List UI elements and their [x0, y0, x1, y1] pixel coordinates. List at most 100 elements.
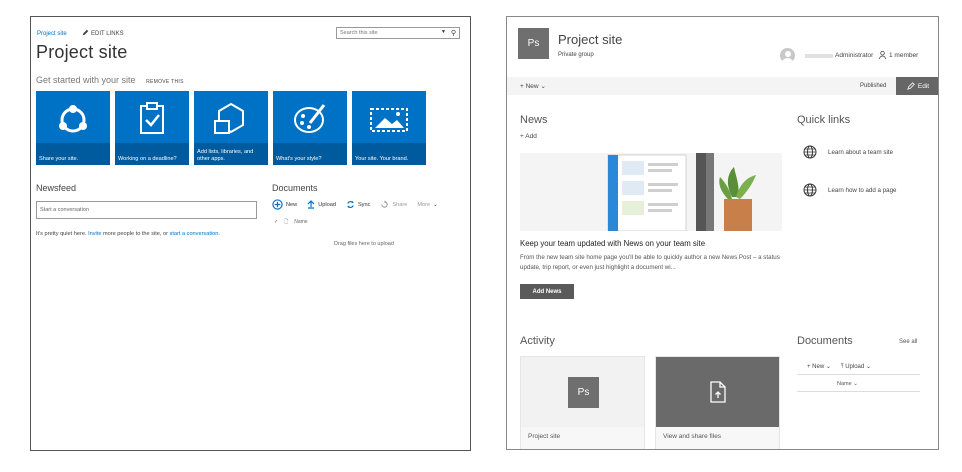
tile-style[interactable]: What's your style? [273, 91, 347, 165]
globe-icon [803, 145, 817, 159]
name-column-header[interactable]: Name [294, 219, 307, 227]
avatar [780, 48, 795, 63]
published-status: Published [860, 83, 887, 89]
plus-circle-icon [272, 199, 283, 210]
start-conversation-link[interactable]: start a conversation. [170, 231, 220, 237]
more-button[interactable]: More ⌄ [417, 202, 437, 208]
checkmark-icon[interactable]: ✓ [274, 219, 278, 227]
share-icon [59, 105, 87, 133]
activity-thumbnail: Ps [521, 357, 644, 427]
activity-card-title: Project site [528, 433, 561, 440]
quick-link-label: Learn how to add a page [828, 186, 897, 194]
add-label: Add [525, 133, 537, 140]
add-news-button[interactable]: Add News [520, 284, 574, 299]
apps-hexagon-icon [214, 102, 244, 134]
search-placeholder: Search this site [340, 30, 378, 36]
chevron-down-icon: ⌄ [853, 381, 858, 387]
quick-link-item[interactable]: Learn how to add a page [803, 183, 896, 197]
news-hero-image[interactable] [520, 153, 782, 231]
sync-label: Sync [357, 201, 371, 208]
doc-upload-button[interactable]: ⤒ Upload ⌄ [841, 363, 871, 371]
breadcrumb-link[interactable]: Project site [37, 31, 67, 37]
upload-button[interactable]: Upload [307, 200, 336, 209]
quick-links-heading: Quick links [797, 114, 851, 126]
user-name: Administrator [835, 52, 874, 59]
document-upload-icon [710, 381, 726, 403]
share-icon [381, 200, 389, 208]
tile-label: Add lists, libraries, and other apps. [194, 143, 268, 165]
more-label: More [417, 201, 431, 208]
activity-card[interactable]: Ps Project site [520, 356, 645, 449]
new-label: New [525, 83, 539, 90]
remove-this-link[interactable]: REMOVE THIS [146, 79, 184, 85]
add-news-link[interactable]: + Add [520, 133, 537, 140]
tile-add-apps[interactable]: Add lists, libraries, and other apps. [194, 91, 268, 165]
page-title: Project site [36, 42, 128, 62]
conversation-input[interactable]: Start a conversation [36, 201, 257, 219]
drag-files-hint: Drag files here to upload [334, 241, 394, 247]
quiet-text: It's pretty quiet here. [36, 231, 89, 237]
tile-share[interactable]: Share your site. [36, 91, 110, 165]
news-body: From the new team site home page you'll … [520, 254, 780, 271]
new-label: New [286, 201, 298, 208]
documents-toolbar: + New ⌄ ⤒ Upload ⌄ [807, 363, 871, 371]
get-started-label: Get started with your site [36, 75, 136, 85]
sync-icon [347, 200, 354, 209]
redacted-name [805, 53, 833, 58]
news-headline[interactable]: Keep your team updated with News on your… [520, 239, 705, 248]
news-heading: News [520, 114, 548, 126]
edit-links-button[interactable]: EDIT LINKS [82, 29, 124, 37]
chevron-down-icon: ⌄ [540, 83, 546, 90]
edit-button[interactable]: Edit [896, 77, 938, 95]
site-logo: Ps [568, 377, 599, 408]
palette-icon [294, 104, 326, 133]
globe-icon [803, 183, 817, 197]
documents-heading: Documents [797, 335, 853, 347]
chevron-down-icon[interactable]: ▼ [441, 29, 446, 35]
pencil-icon [907, 82, 915, 90]
quick-link-item[interactable]: Learn about a team site [803, 145, 893, 159]
plus-icon: + [520, 83, 524, 90]
top-links: Project site EDIT LINKS [37, 29, 124, 37]
invite-link[interactable]: Invite [88, 231, 101, 237]
share-button[interactable]: Share [380, 200, 407, 209]
picture-icon [370, 108, 408, 132]
user-info[interactable]: Administrator [780, 48, 873, 63]
members-button[interactable]: 1 member [879, 51, 918, 59]
see-all-link[interactable]: See all [899, 339, 917, 345]
newsfeed-heading: Newsfeed [36, 183, 77, 193]
modern-site-panel: Ps Project site Private group Administra… [506, 16, 939, 450]
tile-deadline[interactable]: Working on a deadline? [115, 91, 189, 165]
doc-new-button[interactable]: + New ⌄ [807, 363, 831, 371]
new-button[interactable]: New [272, 199, 297, 210]
site-logo[interactable]: Ps [518, 28, 549, 59]
person-icon [879, 51, 886, 59]
quick-link-label: Learn about a team site [828, 148, 894, 156]
task-clipboard-icon [140, 102, 164, 134]
news-illustration [520, 153, 782, 231]
name-label: Name [837, 381, 852, 387]
newsfeed-empty-message: It's pretty quiet here. Invite more peop… [36, 231, 276, 237]
site-subtitle: Private group [558, 52, 594, 58]
tile-label: Your site. Your brand. [352, 143, 426, 165]
tile-label: Share your site. [36, 143, 110, 165]
sync-button[interactable]: Sync [346, 200, 370, 209]
search-input[interactable]: Search this site ▼ ⚲ [336, 27, 460, 39]
edit-label: Edit [917, 82, 930, 90]
plus-icon: + [520, 133, 524, 140]
get-started-tiles: Share your site. Working on a deadline? … [36, 91, 426, 165]
doc-upload-label: Upload [845, 364, 865, 370]
activity-card[interactable]: View and share files [655, 356, 780, 449]
upload-icon [307, 200, 315, 209]
activity-card-title: View and share files [663, 433, 722, 440]
new-button[interactable]: + New ⌄ [520, 82, 546, 90]
chevron-down-icon: ⌄ [433, 201, 438, 208]
tile-brand[interactable]: Your site. Your brand. [352, 91, 426, 165]
conversation-placeholder: Start a conversation [40, 207, 89, 213]
name-column-header[interactable]: Name ⌄ [837, 381, 858, 387]
divider [797, 391, 920, 392]
get-started-heading: Get started with your site REMOVE THIS [36, 75, 184, 85]
search-icon[interactable]: ⚲ [451, 29, 456, 37]
pencil-icon [83, 29, 89, 36]
classic-site-panel: Project site EDIT LINKS Search this site… [30, 16, 471, 451]
